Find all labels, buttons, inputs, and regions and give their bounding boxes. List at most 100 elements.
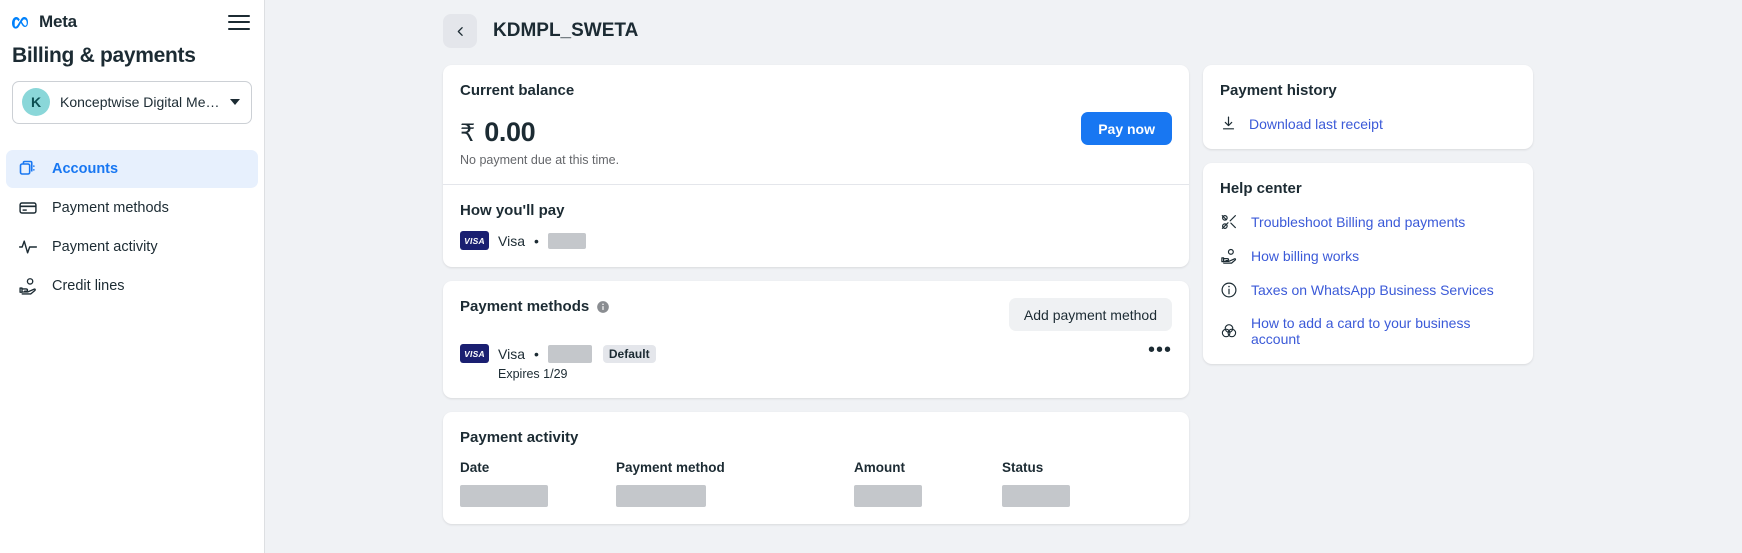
cell-status <box>1002 485 1172 507</box>
info-circle-icon <box>1221 282 1237 298</box>
card-separator: • <box>533 345 539 362</box>
sidebar: Meta Billing & payments K Konceptwise Di… <box>0 0 265 553</box>
balance-amount: ₹ 0.00 <box>460 117 1081 148</box>
column-header-status: Status <box>1002 460 1044 475</box>
info-icon[interactable] <box>596 300 610 314</box>
main-content: KDMPL_SWETA Current balance ₹ 0.00 No pa… <box>265 0 1742 553</box>
page-section-title: Billing & payments <box>12 43 196 67</box>
payment-methods-section: Payment methods Add payment method VISA … <box>443 281 1189 398</box>
sidebar-item-label: Accounts <box>52 160 119 177</box>
sidebar-item-payment-activity[interactable]: Payment activity <box>6 228 258 266</box>
payment-history-section: Payment history Download last receipt <box>1203 65 1533 149</box>
card-brand-label: Visa <box>498 232 525 249</box>
help-link-troubleshoot[interactable]: Troubleshoot Billing and payments <box>1220 213 1516 231</box>
account-selector[interactable]: K Konceptwise Digital Medi... <box>12 80 252 124</box>
column-header-date: Date <box>460 460 490 475</box>
download-icon <box>1222 116 1235 130</box>
sidebar-item-label: Payment activity <box>52 238 158 255</box>
redacted-card-number <box>547 344 592 363</box>
redacted-value <box>616 485 706 507</box>
sidebar-item-label: Payment methods <box>52 199 169 216</box>
hand-coin-icon <box>1221 248 1237 264</box>
current-balance-card: Current balance ₹ 0.00 No payment due at… <box>443 65 1189 267</box>
hand-coin-icon <box>19 277 36 295</box>
help-link-label: How billing works <box>1251 248 1360 264</box>
sidebar-topbar: Meta <box>0 0 264 35</box>
column-header-payment-method: Payment method <box>616 460 725 475</box>
card-separator: • <box>533 232 539 249</box>
venn-circles-icon <box>1221 324 1237 338</box>
current-balance-title: Current balance <box>460 82 575 99</box>
sidebar-item-label: Credit lines <box>52 277 125 294</box>
download-last-receipt-label: Download last receipt <box>1249 115 1383 132</box>
add-payment-method-button[interactable]: Add payment method <box>1008 298 1172 331</box>
chevron-left-icon <box>457 26 463 36</box>
sidebar-nav: Accounts Payment methods Payment activit… <box>0 149 264 305</box>
main-header: KDMPL_SWETA <box>265 0 1742 48</box>
help-center-title: Help center <box>1220 180 1302 197</box>
default-badge: Default <box>602 344 656 363</box>
right-column: Payment history Download last receipt He… <box>1203 65 1533 538</box>
left-column: Current balance ₹ 0.00 No payment due at… <box>443 65 1189 538</box>
visa-logo-icon: VISA <box>460 231 489 250</box>
meta-logo: Meta <box>12 12 77 32</box>
chevron-down-icon <box>230 99 240 106</box>
meta-infinity-icon <box>12 16 28 29</box>
account-name: Konceptwise Digital Medi... <box>60 94 220 111</box>
cell-amount <box>854 485 1002 507</box>
content-columns: Current balance ₹ 0.00 No payment due at… <box>265 48 1742 538</box>
payment-history-card: Payment history Download last receipt <box>1203 65 1533 149</box>
redacted-value <box>460 485 548 507</box>
payment-method-row: VISA Visa • Default Expires 1/29 ••• <box>460 340 1172 381</box>
redacted-card-number <box>547 232 586 249</box>
accounts-icon <box>19 160 35 175</box>
payment-activity-section: Payment activity Date Payment method Amo… <box>443 412 1189 524</box>
column-header-amount: Amount <box>854 460 905 475</box>
wrench-screwdriver-icon <box>1221 215 1236 229</box>
how-youll-pay-card: VISA Visa • <box>460 231 1172 250</box>
sidebar-item-payment-methods[interactable]: Payment methods <box>6 189 258 227</box>
cell-date <box>460 485 616 507</box>
payment-methods-card: Payment methods Add payment method VISA … <box>443 281 1189 398</box>
cell-payment-method <box>616 485 854 507</box>
card-brand-label: Visa <box>498 345 525 362</box>
payment-method-card-line: VISA Visa • Default <box>460 344 1148 363</box>
help-link-taxes[interactable]: Taxes on WhatsApp Business Services <box>1220 281 1516 299</box>
help-center-card: Help center Troubleshoot Billing and pay <box>1203 163 1533 364</box>
page-title: KDMPL_SWETA <box>493 20 639 41</box>
payment-activity-title: Payment activity <box>460 429 579 446</box>
billing-payments-app: Meta Billing & payments K Konceptwise Di… <box>0 0 1742 553</box>
meta-wordmark: Meta <box>39 12 77 32</box>
table-row <box>460 485 1172 507</box>
currency-symbol: ₹ <box>460 120 476 147</box>
card-expiry: Expires 1/29 <box>498 367 568 381</box>
payment-activity-card: Payment activity Date Payment method Amo… <box>443 412 1189 524</box>
avatar: K <box>22 88 50 117</box>
help-link-label: Troubleshoot Billing and payments <box>1251 214 1466 230</box>
sidebar-item-accounts[interactable]: Accounts <box>6 149 258 188</box>
payment-history-title: Payment history <box>1220 82 1337 99</box>
ellipsis-icon[interactable]: ••• <box>1148 340 1172 360</box>
visa-logo-icon: VISA <box>460 344 489 363</box>
payment-methods-title: Payment methods <box>460 298 590 315</box>
how-youll-pay-title: How you'll pay <box>460 202 565 219</box>
back-button[interactable] <box>443 14 477 48</box>
table-header-row: Date Payment method Amount Status <box>460 460 1172 485</box>
activity-pulse-icon <box>18 240 38 254</box>
payment-activity-table: Date Payment method Amount Status <box>460 460 1172 507</box>
redacted-value <box>854 485 922 507</box>
how-youll-pay-section: How you'll pay VISA Visa • <box>443 185 1189 267</box>
redacted-value <box>1002 485 1070 507</box>
help-link-add-card[interactable]: How to add a card to your business accou… <box>1220 315 1516 347</box>
credit-card-icon <box>19 201 37 214</box>
sidebar-item-credit-lines[interactable]: Credit lines <box>6 267 258 305</box>
hamburger-icon[interactable] <box>228 10 250 35</box>
balance-note: No payment due at this time. <box>460 153 620 167</box>
help-link-label: Taxes on WhatsApp Business Services <box>1251 282 1494 298</box>
help-link-how-billing-works[interactable]: How billing works <box>1220 247 1516 265</box>
help-center-section: Help center Troubleshoot Billing and pay <box>1203 163 1533 364</box>
download-last-receipt-link[interactable]: Download last receipt <box>1220 115 1516 132</box>
balance-value: 0.00 <box>484 117 536 147</box>
pay-now-button[interactable]: Pay now <box>1081 112 1172 145</box>
current-balance-section: Current balance ₹ 0.00 No payment due at… <box>443 65 1189 184</box>
